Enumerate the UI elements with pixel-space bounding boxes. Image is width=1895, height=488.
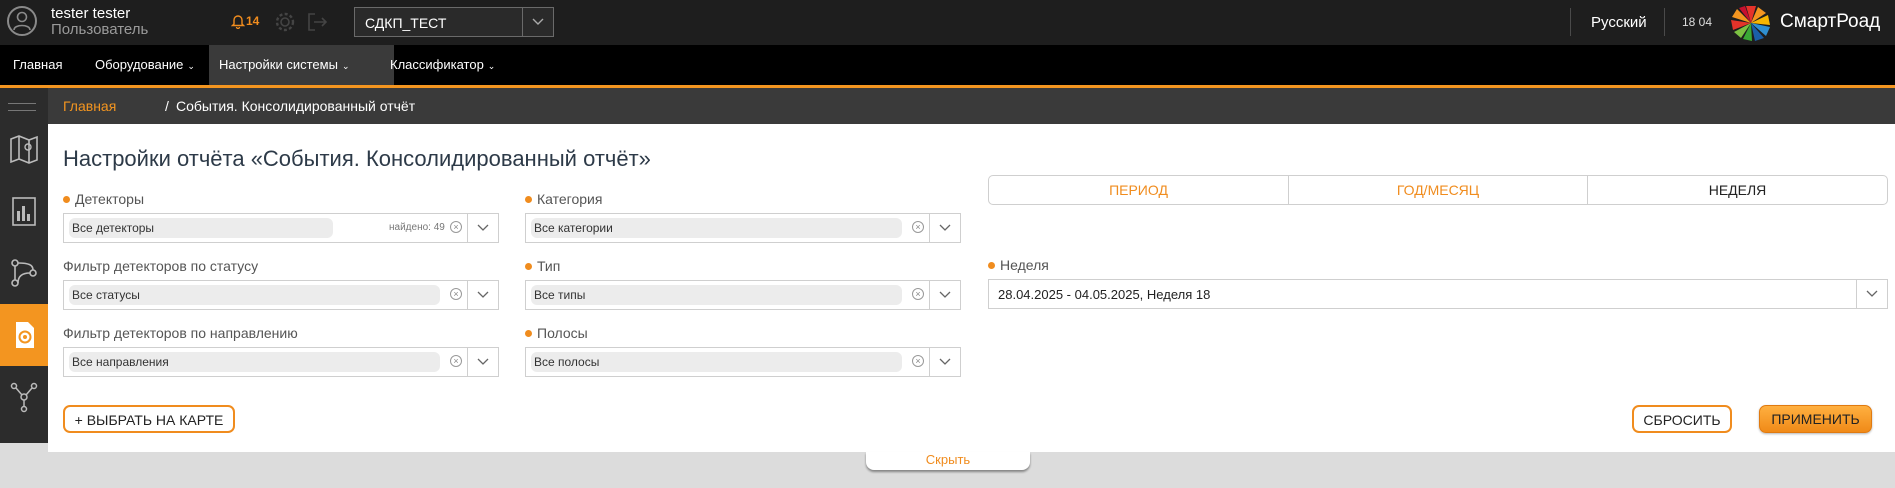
sidebar-item-routes[interactable]: [0, 242, 48, 304]
direction-chip: Все направления: [69, 352, 440, 372]
lanes-chip: Все полосы: [531, 352, 902, 372]
category-label: Категория: [525, 191, 602, 207]
chevron-down-icon: ⌄: [187, 61, 195, 71]
category-chip: Все категории: [531, 218, 902, 238]
chevron-down-icon[interactable]: [467, 348, 498, 376]
chevron-down-icon[interactable]: [929, 214, 960, 242]
clear-icon[interactable]: ×: [912, 221, 924, 233]
breadcrumb-home-link[interactable]: Главная: [63, 98, 116, 114]
required-dot: [525, 330, 532, 337]
sidebar: [0, 88, 48, 443]
breadcrumb-separator: /: [165, 98, 169, 114]
week-select[interactable]: 28.04.2025 - 04.05.2025, Неделя 18: [988, 279, 1888, 309]
report-settings-panel: Настройки отчёта «События. Консолидирова…: [48, 124, 1895, 452]
divider: [1664, 8, 1665, 36]
status-filter-select[interactable]: Все статусы ×: [63, 280, 499, 310]
lanes-label: Полосы: [525, 325, 588, 341]
project-select-value: СДКП_ТЕСТ: [365, 15, 447, 31]
gear-icon[interactable]: [274, 11, 296, 33]
select-on-map-button[interactable]: + ВЫБРАТЬ НА КАРТЕ: [63, 405, 235, 433]
document-icon: [16, 322, 34, 348]
notification-count[interactable]: 14: [246, 14, 259, 28]
category-select[interactable]: Все категории ×: [525, 213, 961, 243]
direction-filter-label: Фильтр детекторов по направлению: [63, 325, 298, 341]
period-option-year-month[interactable]: ГОД/МЕСЯЦ: [1289, 176, 1587, 204]
chevron-down-icon[interactable]: [522, 8, 553, 36]
chevron-down-icon[interactable]: [929, 281, 960, 309]
required-dot: [988, 262, 995, 269]
required-dot: [63, 196, 70, 203]
chevron-down-icon: ⌄: [487, 61, 496, 71]
period-mode-switch: ПЕРИОД ГОД/МЕСЯЦ НЕДЕЛЯ: [988, 175, 1888, 205]
report-chart-icon: [12, 197, 36, 226]
page-title: Настройки отчёта «События. Консолидирова…: [63, 146, 651, 171]
type-select[interactable]: Все типы ×: [525, 280, 961, 310]
route-nodes-icon: [11, 259, 37, 287]
type-label: Тип: [525, 258, 560, 274]
clear-icon[interactable]: ×: [450, 355, 462, 367]
project-select[interactable]: СДКП_ТЕСТ: [354, 7, 554, 37]
apply-button[interactable]: ПРИМЕНИТЬ: [1759, 405, 1872, 433]
menu-item-home[interactable]: Главная: [3, 45, 72, 85]
sidebar-item-events[interactable]: [0, 304, 48, 366]
brand-name: СмартРоад: [1780, 11, 1881, 32]
menu-item-classifier[interactable]: Классификатор ⌄: [380, 45, 505, 85]
main-menu: Главная Оборудование ⌄ Настройки системы ⌄…: [0, 45, 1895, 88]
period-option-period[interactable]: ПЕРИОД: [989, 176, 1288, 204]
breadcrumb: Главная / События. Консолидированный отч…: [48, 88, 1895, 124]
divider: [1570, 8, 1571, 36]
menu-item-label: Настройки системы: [219, 57, 338, 72]
breadcrumb-current: События. Консолидированный отчёт: [176, 98, 416, 114]
smartroad-logo-icon: [1731, 6, 1770, 41]
required-dot: [525, 196, 532, 203]
type-chip: Все типы: [531, 285, 902, 305]
menu-item-equipment[interactable]: Оборудование ⌄: [85, 45, 205, 85]
menu-item-system-settings[interactable]: Настройки системы ⌄: [209, 45, 394, 85]
detectors-chip: Все детекторы: [69, 218, 333, 238]
detectors-select[interactable]: Все детекторы найдено: 49 ×: [63, 213, 499, 243]
language-switch[interactable]: Русский: [1591, 14, 1647, 31]
detectors-found-count: найдено: 49: [389, 222, 445, 233]
user-role: Пользователь: [51, 21, 149, 38]
sidebar-item-network[interactable]: [0, 366, 48, 428]
user-avatar-icon[interactable]: [7, 6, 37, 36]
detectors-label: Детекторы: [63, 191, 144, 207]
reset-button[interactable]: СБРОСИТЬ: [1632, 405, 1732, 433]
period-option-week[interactable]: НЕДЕЛЯ: [1588, 176, 1887, 204]
user-name: tester tester: [51, 5, 131, 22]
hamburger-icon[interactable]: [8, 103, 36, 117]
chevron-down-icon: ⌄: [341, 61, 350, 71]
status-chip: Все статусы: [69, 285, 440, 305]
chevron-down-icon[interactable]: [467, 214, 498, 242]
clear-icon[interactable]: ×: [450, 288, 462, 300]
logout-icon[interactable]: [306, 11, 328, 33]
network-icon: [10, 382, 38, 413]
week-label: Неделя: [988, 257, 1049, 273]
lanes-select[interactable]: Все полосы ×: [525, 347, 961, 377]
menu-item-label: Оборудование: [95, 57, 184, 72]
sidebar-item-reports[interactable]: [0, 180, 48, 242]
chevron-down-icon[interactable]: [1856, 280, 1887, 308]
direction-filter-select[interactable]: Все направления ×: [63, 347, 499, 377]
menu-item-label: Классификатор: [390, 57, 484, 72]
menu-item-label: Главная: [13, 57, 63, 72]
bell-icon[interactable]: [231, 13, 245, 29]
clear-icon[interactable]: ×: [912, 288, 924, 300]
clear-icon[interactable]: ×: [912, 355, 924, 367]
chevron-down-icon[interactable]: [929, 348, 960, 376]
map-icon: [10, 135, 38, 164]
sidebar-item-map[interactable]: [0, 118, 48, 180]
chevron-down-icon[interactable]: [467, 281, 498, 309]
week-select-value: 28.04.2025 - 04.05.2025, Неделя 18: [998, 287, 1211, 302]
hide-panel-button[interactable]: Скрыть: [866, 452, 1030, 470]
clock: 18 04: [1682, 15, 1713, 29]
top-bar: tester tester Пользователь 14 СДКП_ТЕСТ …: [0, 0, 1895, 45]
clear-icon[interactable]: ×: [450, 221, 462, 233]
required-dot: [525, 263, 532, 270]
status-filter-label: Фильтр детекторов по статусу: [63, 258, 259, 274]
